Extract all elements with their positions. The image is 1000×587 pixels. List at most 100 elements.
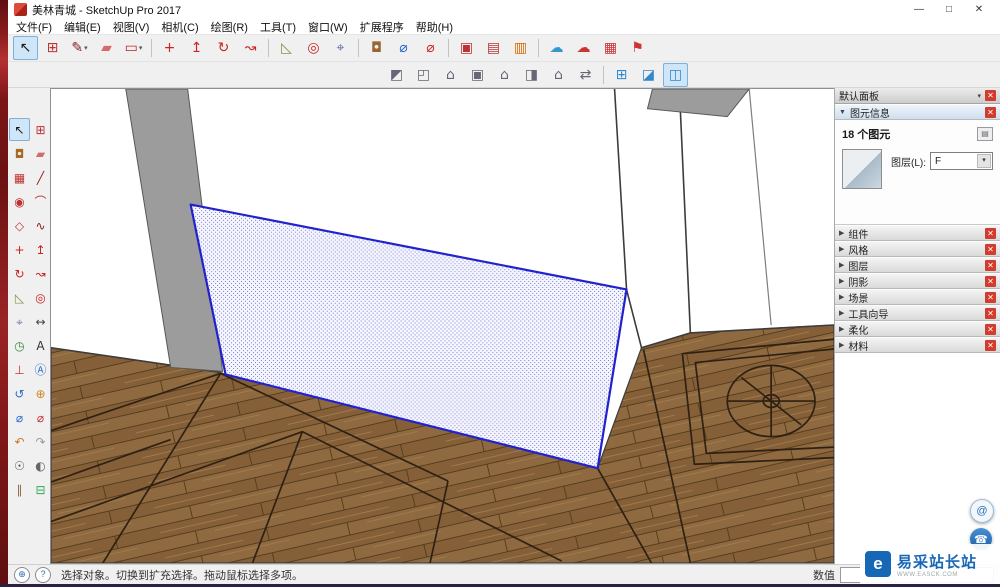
toolbar-model-info[interactable]: ☁ xyxy=(544,36,569,60)
toolbar-share-model[interactable]: ▤ xyxy=(481,36,506,60)
toolbar-follow-me[interactable]: ↝ xyxy=(238,36,263,60)
tool-line[interactable]: ╱ xyxy=(30,166,51,189)
toolbar-push-pull[interactable]: ↥ xyxy=(184,36,209,60)
tool-3d-text[interactable]: Ⓐ xyxy=(30,358,51,381)
close-button[interactable]: ✕ xyxy=(964,4,994,15)
panel-section-materials[interactable]: ▶材料✕ xyxy=(835,337,1000,353)
tool-dimension[interactable]: ↔ xyxy=(30,310,51,333)
menu-window[interactable]: 窗口(W) xyxy=(302,19,354,35)
panel-menu-icon[interactable]: ▾ xyxy=(977,92,981,100)
viewbar-top-view[interactable]: ▣ xyxy=(465,63,490,87)
tool-rotate[interactable]: ↻ xyxy=(9,262,30,285)
tool-pan[interactable]: ⊕ xyxy=(30,382,51,405)
layer-dropdown[interactable]: F ▾ xyxy=(930,152,993,170)
tool-previous[interactable]: ↶ xyxy=(9,430,30,453)
toolbar-layout[interactable]: ▦ xyxy=(598,36,623,60)
material-thumbnail[interactable] xyxy=(842,149,882,189)
toolbar-scale[interactable]: ◺ xyxy=(274,36,299,60)
toolbar-make-component[interactable]: ⊞ xyxy=(40,36,65,60)
panel-section-soften-edges[interactable]: ▶柔化✕ xyxy=(835,321,1000,337)
tool-freehand[interactable]: ∿ xyxy=(30,214,51,237)
tool-walk[interactable]: ∥ xyxy=(9,478,30,501)
tool-follow-me[interactable]: ↝ xyxy=(30,262,51,285)
toolbar-move[interactable]: + xyxy=(157,36,182,60)
toolbar-3d-warehouse[interactable]: ☁ xyxy=(571,36,596,60)
tool-look-around[interactable]: ◐ xyxy=(30,454,51,477)
toolbar-style-builder[interactable]: ⚑ xyxy=(625,36,650,60)
viewbar-axes-toggle[interactable]: ⊞ xyxy=(609,63,634,87)
tool-tape-measure[interactable]: ⌖ xyxy=(9,310,30,333)
tool-protractor[interactable]: ◷ xyxy=(9,334,30,357)
geolocation-icon[interactable]: ⊕ xyxy=(14,567,30,583)
viewbar-box-open[interactable]: ◰ xyxy=(411,63,436,87)
menu-help[interactable]: 帮助(H) xyxy=(410,19,459,35)
tool-section-plane[interactable]: ⊟ xyxy=(30,478,51,501)
tool-move[interactable]: + xyxy=(9,238,30,261)
dropdown-arrow-icon[interactable]: ▾ xyxy=(84,44,88,52)
minimize-button[interactable]: — xyxy=(904,4,934,15)
tool-rectangle[interactable]: ▦ xyxy=(9,166,30,189)
close-icon[interactable]: ✕ xyxy=(985,90,996,101)
panel-section-scenes[interactable]: ▶场景✕ xyxy=(835,289,1000,305)
maximize-button[interactable]: □ xyxy=(934,4,964,15)
dropdown-arrow-icon[interactable]: ▾ xyxy=(139,44,143,52)
toolbar-zoom[interactable]: ⌀ xyxy=(391,36,416,60)
floating-button-chat[interactable]: @ xyxy=(970,499,994,523)
close-icon[interactable]: ✕ xyxy=(985,276,996,287)
toolbar-tape-measure[interactable]: ⌖ xyxy=(328,36,353,60)
tool-axes[interactable]: ⊥ xyxy=(9,358,30,381)
toolbar-select[interactable]: ↖ xyxy=(13,36,38,60)
menu-edit[interactable]: 编辑(E) xyxy=(58,19,107,35)
tool-make-component[interactable]: ⊞ xyxy=(30,118,51,141)
tool-paint-bucket[interactable]: ◘ xyxy=(9,142,30,165)
tool-eraser[interactable]: ▰ xyxy=(30,142,51,165)
toolbar-zoom-extents[interactable]: ⌀ xyxy=(418,36,443,60)
menu-extensions[interactable]: 扩展程序 xyxy=(354,19,410,35)
viewbar-right-view[interactable]: ◨ xyxy=(519,63,544,87)
viewbar-swap-view[interactable]: ⇄ xyxy=(573,63,598,87)
tool-scale[interactable]: ◺ xyxy=(9,286,30,309)
toolbar-offset[interactable]: ◎ xyxy=(301,36,326,60)
menu-draw[interactable]: 绘图(R) xyxy=(205,19,254,35)
close-icon[interactable]: ✕ xyxy=(985,260,996,271)
tool-zoom[interactable]: ⌀ xyxy=(9,406,30,429)
menu-camera[interactable]: 相机(C) xyxy=(155,19,204,35)
menu-tools[interactable]: 工具(T) xyxy=(254,19,302,35)
menu-file[interactable]: 文件(F) xyxy=(10,19,58,35)
panel-section-styles[interactable]: ▶风格✕ xyxy=(835,241,1000,257)
tool-next[interactable]: ↷ xyxy=(30,430,51,453)
help-icon[interactable]: ? xyxy=(35,567,51,583)
viewbar-shaded-view[interactable]: ◪ xyxy=(636,63,661,87)
close-icon[interactable]: ✕ xyxy=(985,324,996,335)
panel-section-instructor[interactable]: ▶工具向导✕ xyxy=(835,305,1000,321)
panel-section-layers[interactable]: ▶图层✕ xyxy=(835,257,1000,273)
viewbar-textured-view[interactable]: ◫ xyxy=(663,63,688,87)
tool-text[interactable]: A xyxy=(30,334,51,357)
viewbar-back-view[interactable]: ⌂ xyxy=(546,63,571,87)
panel-section-entity-info[interactable]: ▼ 图元信息 ✕ xyxy=(835,104,1000,120)
toolbar-extension-warehouse[interactable]: ▥ xyxy=(508,36,533,60)
toolbar-get-models[interactable]: ▣ xyxy=(454,36,479,60)
tool-position-camera[interactable]: ☉ xyxy=(9,454,30,477)
tool-arc[interactable]: ⌒ xyxy=(30,190,51,213)
tool-polygon[interactable]: ◇ xyxy=(9,214,30,237)
tool-offset[interactable]: ◎ xyxy=(30,286,51,309)
toolbar-line[interactable]: ✎▾ xyxy=(67,36,92,60)
toolbar-shapes[interactable]: ▭▾ xyxy=(121,36,146,60)
menu-view[interactable]: 视图(V) xyxy=(107,19,156,35)
viewbar-front-view[interactable]: ⌂ xyxy=(492,63,517,87)
tool-orbit[interactable]: ↺ xyxy=(9,382,30,405)
toolbar-eraser[interactable]: ▰ xyxy=(94,36,119,60)
viewbar-iso-view[interactable]: ⌂ xyxy=(438,63,463,87)
close-icon[interactable]: ✕ xyxy=(985,244,996,255)
close-icon[interactable]: ✕ xyxy=(985,228,996,239)
tool-push-pull[interactable]: ↥ xyxy=(30,238,51,261)
tool-circle[interactable]: ◉ xyxy=(9,190,30,213)
panel-section-shadows[interactable]: ▶阴影✕ xyxy=(835,273,1000,289)
close-icon[interactable]: ✕ xyxy=(985,292,996,303)
toolbar-rotate[interactable]: ↻ xyxy=(211,36,236,60)
viewbar-iso-box[interactable]: ◩ xyxy=(384,63,409,87)
close-icon[interactable]: ✕ xyxy=(985,107,996,118)
viewport-3d[interactable] xyxy=(50,88,834,564)
close-icon[interactable]: ✕ xyxy=(985,340,996,351)
